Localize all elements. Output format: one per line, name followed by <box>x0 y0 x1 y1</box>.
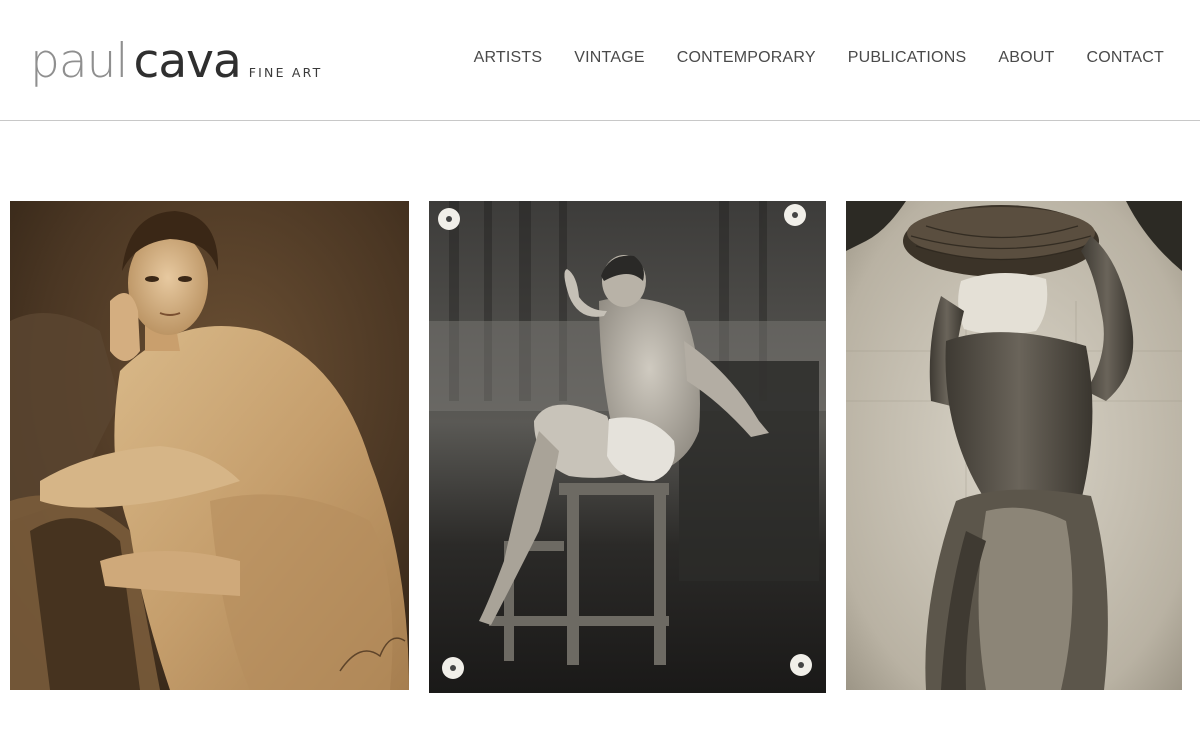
nav-item-contact[interactable]: CONTACT <box>1086 49 1164 67</box>
gallery-photo-portrait-woman[interactable] <box>10 201 409 690</box>
main-nav: ARTISTS VINTAGE CONTEMPORARY PUBLICATION… <box>442 49 1164 67</box>
photo-portrait-woman-image <box>10 201 409 690</box>
nav-item-contemporary[interactable]: CONTEMPORARY <box>677 49 816 67</box>
nav-item-artists[interactable]: ARTISTS <box>474 49 543 67</box>
nav-item-about[interactable]: ABOUT <box>998 49 1054 67</box>
site-header: paul cava FINE ART ARTISTS VINTAGE CONTEMP… <box>0 0 1200 121</box>
logo-tagline: FINE ART <box>248 65 323 80</box>
logo-name-first: paul <box>30 34 128 89</box>
nav-item-publications[interactable]: PUBLICATIONS <box>848 49 967 67</box>
photo-studio-figure-image <box>429 201 826 693</box>
gallery-photo-studio-figure[interactable] <box>429 201 826 693</box>
photo-basket-figure-image <box>846 201 1182 690</box>
gallery-photo-basket-figure[interactable] <box>846 201 1182 690</box>
logo-name-last: cava <box>133 34 241 89</box>
featured-gallery <box>0 201 1200 696</box>
site-logo[interactable]: paul cava FINE ART <box>30 34 322 94</box>
nav-item-vintage[interactable]: VINTAGE <box>574 49 644 67</box>
